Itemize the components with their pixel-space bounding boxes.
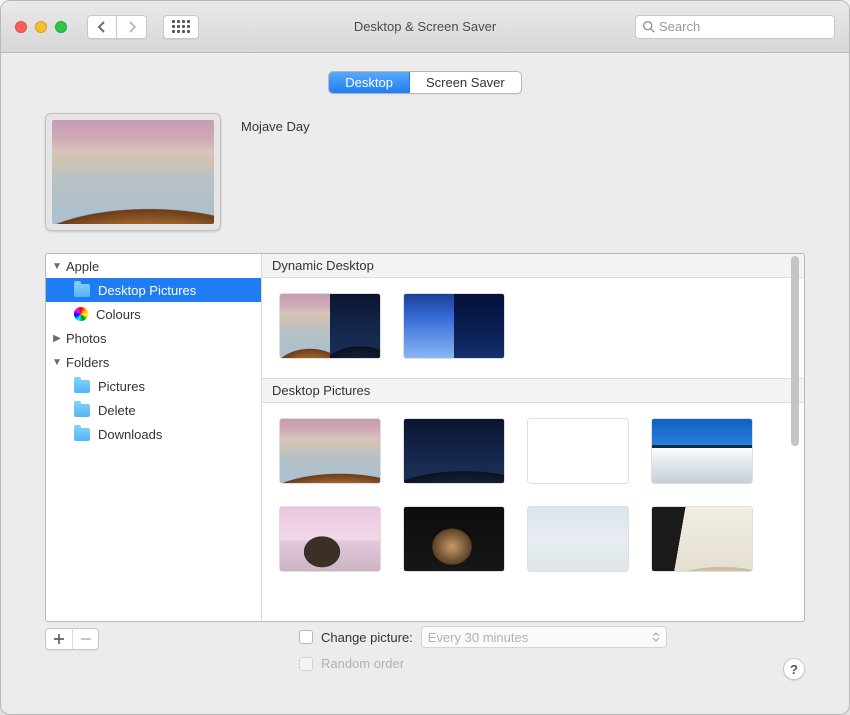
current-wallpaper-row: Mojave Day bbox=[21, 103, 829, 251]
scrollbar-thumb[interactable] bbox=[791, 256, 799, 446]
window-controls bbox=[15, 21, 67, 33]
search-icon bbox=[642, 20, 655, 33]
tab-bar: Desktop Screen Saver bbox=[1, 53, 849, 104]
source-sidebar: ▼ Apple Desktop Pictures Colours ▶ Photo… bbox=[46, 254, 262, 621]
dynamic-desktop-row bbox=[262, 278, 804, 378]
sidebar-group-label: Photos bbox=[66, 331, 106, 346]
minus-icon bbox=[80, 633, 92, 645]
random-order-label: Random order bbox=[321, 656, 404, 671]
disclosure-triangle-icon: ▼ bbox=[52, 357, 62, 368]
back-button[interactable] bbox=[87, 15, 117, 39]
minimize-window-button[interactable] bbox=[35, 21, 47, 33]
wallpaper-image bbox=[404, 294, 504, 358]
section-header-dynamic: Dynamic Desktop bbox=[262, 254, 804, 278]
random-order-checkbox bbox=[299, 657, 313, 671]
help-button[interactable]: ? bbox=[783, 658, 805, 680]
sidebar-item-pictures[interactable]: Pictures bbox=[46, 374, 261, 398]
tab-segmented-control: Desktop Screen Saver bbox=[328, 71, 521, 94]
sidebar-item-delete[interactable]: Delete bbox=[46, 398, 261, 422]
chevron-left-icon bbox=[97, 21, 107, 33]
wallpaper-image bbox=[280, 294, 380, 358]
wallpaper-thumb[interactable] bbox=[404, 507, 504, 571]
folder-icon bbox=[74, 380, 90, 393]
tab-screen-saver[interactable]: Screen Saver bbox=[409, 72, 521, 93]
add-remove-group bbox=[45, 628, 99, 650]
remove-folder-button[interactable] bbox=[72, 629, 98, 649]
wallpaper-thumb[interactable] bbox=[652, 419, 752, 483]
interval-value: Every 30 minutes bbox=[428, 630, 528, 645]
sidebar-item-label: Delete bbox=[98, 403, 136, 418]
sidebar-group-apple[interactable]: ▼ Apple bbox=[46, 254, 261, 278]
wallpaper-image bbox=[404, 507, 504, 571]
show-all-button[interactable] bbox=[163, 15, 199, 39]
stepper-arrows-icon bbox=[648, 628, 664, 646]
wallpaper-image bbox=[404, 419, 504, 483]
wallpaper-thumb[interactable] bbox=[652, 507, 752, 571]
bottom-controls: Change picture: Every 30 minutes Random … bbox=[45, 626, 805, 680]
sidebar-item-label: Colours bbox=[96, 307, 141, 322]
add-folder-button[interactable] bbox=[46, 629, 72, 649]
sidebar-group-label: Apple bbox=[66, 259, 99, 274]
sidebar-group-photos[interactable]: ▶ Photos bbox=[46, 326, 261, 350]
preferences-window: Desktop & Screen Saver Desktop Screen Sa… bbox=[0, 0, 850, 715]
section-header-pictures: Desktop Pictures bbox=[262, 378, 804, 403]
sidebar-item-desktop-pictures[interactable]: Desktop Pictures bbox=[46, 278, 261, 302]
wallpaper-thumb-mojave-dynamic[interactable] bbox=[280, 294, 380, 358]
sidebar-item-downloads[interactable]: Downloads bbox=[46, 422, 261, 446]
forward-button[interactable] bbox=[117, 15, 147, 39]
tab-desktop[interactable]: Desktop bbox=[329, 72, 409, 93]
zoom-window-button[interactable] bbox=[55, 21, 67, 33]
search-field-wrap[interactable] bbox=[635, 15, 835, 39]
titlebar: Desktop & Screen Saver bbox=[1, 1, 849, 53]
wallpaper-image bbox=[528, 419, 628, 483]
sidebar-group-folders[interactable]: ▼ Folders bbox=[46, 350, 261, 374]
change-picture-row: Change picture: Every 30 minutes bbox=[299, 626, 667, 648]
wallpaper-thumb[interactable] bbox=[280, 507, 380, 571]
desktop-pictures-row bbox=[262, 403, 804, 591]
chevron-right-icon bbox=[127, 21, 137, 33]
help-icon: ? bbox=[790, 662, 798, 677]
disclosure-triangle-icon: ▶ bbox=[52, 333, 62, 344]
sidebar-item-colours[interactable]: Colours bbox=[46, 302, 261, 326]
wallpaper-thumb[interactable] bbox=[404, 419, 504, 483]
wallpaper-scroll-area[interactable]: Dynamic Desktop bbox=[262, 254, 804, 621]
change-picture-label: Change picture: bbox=[321, 630, 413, 645]
current-wallpaper-name: Mojave Day bbox=[241, 119, 310, 134]
wallpaper-image bbox=[52, 120, 214, 224]
wallpaper-thumb[interactable] bbox=[280, 419, 380, 483]
wallpaper-grid-pane: Dynamic Desktop bbox=[262, 254, 804, 621]
scrollbar[interactable] bbox=[788, 256, 802, 619]
search-input[interactable] bbox=[659, 19, 835, 34]
change-picture-checkbox[interactable] bbox=[299, 630, 313, 644]
grid-icon bbox=[172, 20, 190, 33]
interval-popup[interactable]: Every 30 minutes bbox=[421, 626, 667, 648]
wallpaper-image bbox=[652, 419, 752, 483]
sidebar-item-label: Desktop Pictures bbox=[98, 283, 196, 298]
plus-icon bbox=[53, 633, 65, 645]
sidebar-item-label: Downloads bbox=[98, 427, 162, 442]
sidebar-group-label: Folders bbox=[66, 355, 109, 370]
wallpaper-thumb[interactable] bbox=[528, 507, 628, 571]
current-wallpaper-preview bbox=[45, 113, 221, 231]
wallpaper-thumb[interactable] bbox=[528, 419, 628, 483]
wallpaper-thumb-solar-dynamic[interactable] bbox=[404, 294, 504, 358]
wallpaper-image bbox=[652, 507, 752, 571]
disclosure-triangle-icon: ▼ bbox=[52, 261, 62, 272]
folder-icon bbox=[74, 404, 90, 417]
picture-options: Change picture: Every 30 minutes Random … bbox=[299, 626, 667, 671]
wallpaper-image bbox=[528, 507, 628, 571]
source-split-view: ▼ Apple Desktop Pictures Colours ▶ Photo… bbox=[45, 253, 805, 622]
sidebar-item-label: Pictures bbox=[98, 379, 145, 394]
close-window-button[interactable] bbox=[15, 21, 27, 33]
wallpaper-image bbox=[280, 507, 380, 571]
random-order-row: Random order bbox=[299, 656, 667, 671]
folder-icon bbox=[74, 284, 90, 297]
color-wheel-icon bbox=[74, 307, 88, 321]
nav-group bbox=[87, 15, 147, 39]
content-area: Mojave Day ▼ Apple Desktop Pictures Colo… bbox=[21, 103, 829, 694]
folder-icon bbox=[74, 428, 90, 441]
wallpaper-image bbox=[280, 419, 380, 483]
